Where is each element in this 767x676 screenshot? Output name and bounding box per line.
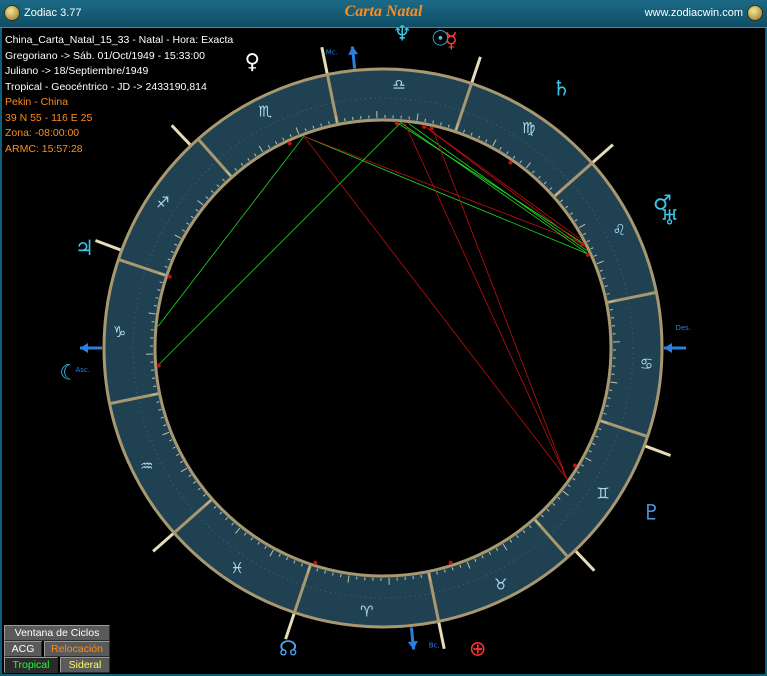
sign-glyph-5: ♌: [613, 221, 626, 239]
pluto-glyph: ♇: [642, 501, 661, 525]
ic-axis-arrow: [407, 640, 418, 650]
house-cusp-6: [643, 444, 672, 457]
mars-marker: [580, 242, 585, 247]
moon-marker: [156, 363, 161, 368]
chart-info-panel: China_Carta_Natal_15_33 - Natal - Hora: …: [5, 33, 233, 157]
sign-glyph-1: ♈: [360, 603, 373, 621]
tropical-button[interactable]: Tropical: [4, 657, 58, 673]
des-axis-arrow: [664, 343, 672, 353]
degree-tick: [606, 293, 610, 295]
uranus-glyph: ♅: [660, 205, 679, 229]
asc-axis-arrow: [80, 343, 88, 353]
node-glyph: ☊: [279, 636, 298, 660]
aspect-line: [303, 136, 568, 480]
degree-tick: [432, 120, 434, 124]
jupiter-marker: [167, 274, 172, 279]
moon-glyph: ☾: [60, 361, 79, 385]
sign-glyph-8: ♏: [258, 103, 272, 121]
mc-axis-arrow: [348, 46, 359, 56]
mercury-glyph: ☿: [445, 28, 458, 52]
fortune-marker: [448, 560, 453, 565]
sign-glyph-6: ♍: [522, 119, 535, 137]
ring-inner-border: [153, 118, 613, 578]
info-location: Pekin - China: [5, 96, 69, 108]
node-marker: [313, 560, 318, 565]
des-axis-label: Des.: [675, 324, 691, 332]
degree-tick: [153, 305, 157, 307]
house-cusp-5: [573, 549, 596, 572]
house-cusp-2: [152, 531, 176, 553]
saturn-marker: [508, 160, 513, 165]
sign-glyph-12: ♓: [231, 559, 244, 577]
degree-tick: [607, 397, 611, 399]
degree-tick: [155, 297, 159, 299]
info-zone: Zona: -08:00:00: [5, 127, 80, 139]
degree-tick: [328, 121, 330, 125]
degree-tick: [156, 401, 160, 403]
pluto-marker: [572, 463, 577, 468]
degree-tick: [609, 389, 613, 391]
sign-glyph-4: ♋: [640, 355, 653, 373]
zodiac-ring: [104, 69, 662, 627]
info-chart-name: China_Carta_Natal_15_33 - Natal - Hora: …: [5, 34, 234, 46]
degree-tick: [436, 571, 438, 575]
degree-tick: [340, 574, 342, 578]
info-coordinates: 39 N 55 - 116 E 25: [5, 111, 93, 124]
relocation-button[interactable]: Relocación: [44, 641, 110, 657]
info-julian-date: Juliano -> 18/Septiembre/1949: [5, 65, 149, 77]
info-zodiac-type: Tropical - Geocéntrico - JD -> 2433190,8…: [5, 80, 207, 93]
house-cusp-3: [284, 612, 296, 640]
neptune-marker: [394, 121, 399, 126]
ic-axis-label: Bc.: [429, 642, 440, 650]
info-gregorian-date: Gregoriano -> Sáb. 01/Oct/1949 - 15:33:0…: [5, 49, 205, 62]
degree-tick: [424, 118, 426, 122]
sign-glyph-10: ♑: [113, 323, 126, 341]
acg-button[interactable]: ACG: [4, 641, 42, 657]
house-cusp-9: [470, 56, 482, 84]
sun-marker: [422, 124, 427, 129]
uranus-marker: [585, 252, 590, 257]
sign-glyph-11: ♒: [140, 457, 153, 475]
venus-glyph: ♀: [245, 49, 260, 73]
mercury-marker: [429, 126, 434, 131]
jupiter-glyph: ♃: [75, 236, 94, 260]
fortune-glyph: ⊕: [469, 636, 487, 660]
degree-tick: [332, 572, 334, 576]
sign-glyph-7: ♎: [392, 75, 405, 93]
saturn-glyph: ♄: [552, 76, 571, 100]
house-cusp-12: [94, 239, 123, 252]
mc-axis-label: Mc.: [326, 48, 338, 56]
house-cusp-8: [590, 143, 614, 165]
sign-glyph-3: ♊: [596, 485, 609, 503]
info-armc: ARMC: 15:57:28: [5, 142, 83, 155]
neptune-glyph: ♆: [393, 22, 412, 46]
sign-glyph-9: ♐: [156, 193, 169, 211]
sidereal-button[interactable]: Sideral: [60, 657, 110, 673]
cycles-window-button[interactable]: Ventana de Ciclos: [4, 625, 110, 641]
sign-glyph-2: ♉: [494, 575, 507, 593]
venus-marker: [287, 141, 292, 146]
